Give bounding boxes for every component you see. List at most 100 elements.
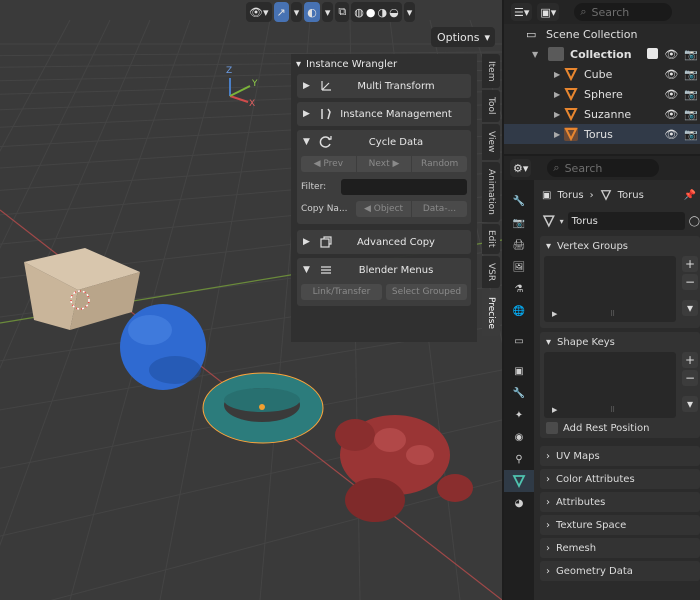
overlays-toggle-icon[interactable]: ◐ <box>304 2 320 22</box>
filter-input[interactable] <box>341 179 467 195</box>
collection-row[interactable]: ▼ Collection 👁 📷 <box>504 44 700 64</box>
collection-tab-icon[interactable]: ▭ <box>504 330 534 352</box>
outliner-item-suzanne[interactable]: ▶ Suzanne 👁 📷 <box>504 104 700 124</box>
list-expand-icon[interactable]: ▶ <box>552 406 557 414</box>
remove-icon[interactable]: − <box>682 274 698 290</box>
fake-user-shield-icon[interactable]: ◯ <box>689 216 700 227</box>
camera-icon[interactable]: 📷 <box>684 68 698 81</box>
add-icon[interactable]: + <box>682 352 698 368</box>
remove-icon[interactable]: − <box>682 370 698 386</box>
mesh-name-field[interactable]: Torus <box>567 212 685 230</box>
panel-remesh[interactable]: › Remesh <box>540 538 700 558</box>
resize-handle-icon[interactable]: ⠿ <box>610 406 615 414</box>
panel-title: Texture Space <box>556 519 627 531</box>
navigation-gizmo[interactable]: Z X Y <box>222 64 262 108</box>
scene-tab-icon[interactable]: ⚗ <box>504 278 534 300</box>
tool-tab-icon[interactable]: 🔧 <box>504 190 534 212</box>
output-tab-icon[interactable]: 🖨 <box>504 234 534 256</box>
editor-type-icon[interactable]: ⚙▾ <box>510 159 532 177</box>
eye-icon[interactable]: 👁 <box>664 108 678 121</box>
rendered-shading-icon[interactable]: ◒ <box>389 6 399 19</box>
data-tab-icon[interactable] <box>504 470 534 492</box>
properties-search[interactable]: ⌕ Search <box>547 159 660 177</box>
add-rest-position-row[interactable]: Add Rest Position <box>540 418 700 438</box>
outliner-item-sphere[interactable]: ▶ Sphere 👁 📷 <box>504 84 700 104</box>
add-rest-position-checkbox[interactable] <box>546 422 558 434</box>
camera-icon[interactable]: 📷 <box>684 128 698 141</box>
particles-tab-icon[interactable]: ✦ <box>504 404 534 426</box>
panel-attributes[interactable]: › Attributes <box>540 492 700 512</box>
tab-vsr[interactable]: VSR <box>482 256 500 288</box>
panel-texture-space[interactable]: › Texture Space <box>540 515 700 535</box>
gizmo-toggle-icon[interactable]: ↗ <box>273 2 289 22</box>
physics-tab-icon[interactable]: ◉ <box>504 426 534 448</box>
list-expand-icon[interactable]: ▶ <box>552 310 557 318</box>
tab-view[interactable]: View <box>482 124 500 160</box>
3d-viewport[interactable]: Z X Y 👁▾ ↗ ▾ ◐ ▾ ⧉ ◍ ● ◑ ◒ ▾ Options ▾ ▾… <box>0 0 502 600</box>
mesh-data-icon[interactable] <box>542 214 556 228</box>
render-tab-icon[interactable]: 📷 <box>504 212 534 234</box>
shape-keys-header[interactable]: ▾ Shape Keys <box>540 332 700 352</box>
camera-icon[interactable]: 📷 <box>684 88 698 101</box>
outliner-item-cube[interactable]: ▶ Cube 👁 📷 <box>504 64 700 84</box>
pin-icon[interactable]: 📌 <box>684 190 700 201</box>
object-tab-icon[interactable]: ▣ <box>504 360 534 382</box>
add-icon[interactable]: + <box>682 256 698 272</box>
cycle-data-header[interactable]: ▼ Cycle Data <box>297 130 471 154</box>
camera-icon[interactable]: 📷 <box>684 48 698 61</box>
outliner-item-torus[interactable]: ▶ Torus 👁 📷 <box>504 124 700 144</box>
gizmo-dropdown-icon[interactable]: ▾ <box>290 2 303 22</box>
tab-edit[interactable]: Edit <box>482 224 500 254</box>
addon-header[interactable]: ▾ Instance Wrangler <box>291 54 477 74</box>
advanced-copy-panel[interactable]: ▶ Advanced Copy <box>297 230 471 254</box>
search-placeholder: Search <box>564 161 603 175</box>
outliner-search[interactable]: ⌕ Search <box>574 3 673 21</box>
view-layer-tab-icon[interactable]: 🖼 <box>504 256 534 278</box>
prev-button[interactable]: ◀ Prev <box>301 156 356 172</box>
filter-icon[interactable]: ▣▾ <box>537 3 560 21</box>
options-dropdown[interactable]: Options ▾ <box>431 27 495 47</box>
world-tab-icon[interactable]: 🌐 <box>504 300 534 322</box>
tab-animation[interactable]: Animation <box>482 162 500 222</box>
panel-geometry-data[interactable]: › Geometry Data <box>540 561 700 581</box>
tab-precise[interactable]: Precise <box>482 290 500 336</box>
chevron-down-icon[interactable]: ▾ <box>682 300 698 316</box>
overlays-dropdown-icon[interactable]: ▾ <box>321 2 334 22</box>
scene-collection-row[interactable]: ▭ Scene Collection <box>504 24 700 44</box>
chevron-down-icon[interactable]: ▾ <box>682 396 698 412</box>
tab-item[interactable]: Item <box>482 54 500 88</box>
random-button[interactable]: Random <box>412 156 468 172</box>
constraints-tab-icon[interactable]: ⚲ <box>504 448 534 470</box>
material-shading-icon[interactable]: ◑ <box>377 6 387 19</box>
camera-icon[interactable]: 📷 <box>684 108 698 121</box>
panel-color-attributes[interactable]: › Color Attributes <box>540 469 700 489</box>
shading-dropdown-icon[interactable]: ▾ <box>403 2 416 22</box>
shape-keys-list[interactable]: ▶ ⠿ <box>544 352 676 418</box>
tab-tool[interactable]: Tool <box>482 90 500 122</box>
display-mode-icon[interactable]: ☰▾ <box>511 3 533 21</box>
instance-management-panel[interactable]: ▶ Instance Management <box>297 102 471 126</box>
panel-uv-maps[interactable]: › UV Maps <box>540 446 700 466</box>
copy-object-button[interactable]: ◀ Object <box>356 201 411 217</box>
solid-shading-icon[interactable]: ● <box>366 6 376 19</box>
eye-icon[interactable]: 👁 <box>664 48 678 61</box>
wireframe-shading-icon[interactable]: ◍ <box>354 6 364 19</box>
exclude-checkbox-icon[interactable] <box>647 47 659 59</box>
eye-icon[interactable]: 👁 <box>664 68 678 81</box>
select-grouped-button[interactable]: Select Grouped <box>386 284 467 300</box>
vertex-groups-header[interactable]: ▾ Vertex Groups <box>540 236 700 256</box>
blender-menus-header[interactable]: ▼ Blender Menus <box>297 258 471 282</box>
scene-collection-icon: ▭ <box>526 27 537 41</box>
link-transfer-button[interactable]: Link/Transfer <box>301 284 382 300</box>
multi-transform-panel[interactable]: ▶ Multi Transform <box>297 74 471 98</box>
xray-toggle-icon[interactable]: ⧉ <box>335 2 350 22</box>
material-tab-icon[interactable]: ◕ <box>504 492 534 514</box>
resize-handle-icon[interactable]: ⠿ <box>610 310 615 318</box>
visibility-eye-icon[interactable]: 👁▾ <box>246 2 272 22</box>
modifier-tab-icon[interactable]: 🔧 <box>504 382 534 404</box>
next-button[interactable]: Next ▶ <box>356 156 412 172</box>
vertex-groups-list[interactable]: ▶ ⠿ <box>544 256 676 322</box>
eye-icon[interactable]: 👁 <box>664 128 678 141</box>
eye-icon[interactable]: 👁 <box>664 88 678 101</box>
copy-data-button[interactable]: Data-... <box>412 201 467 217</box>
